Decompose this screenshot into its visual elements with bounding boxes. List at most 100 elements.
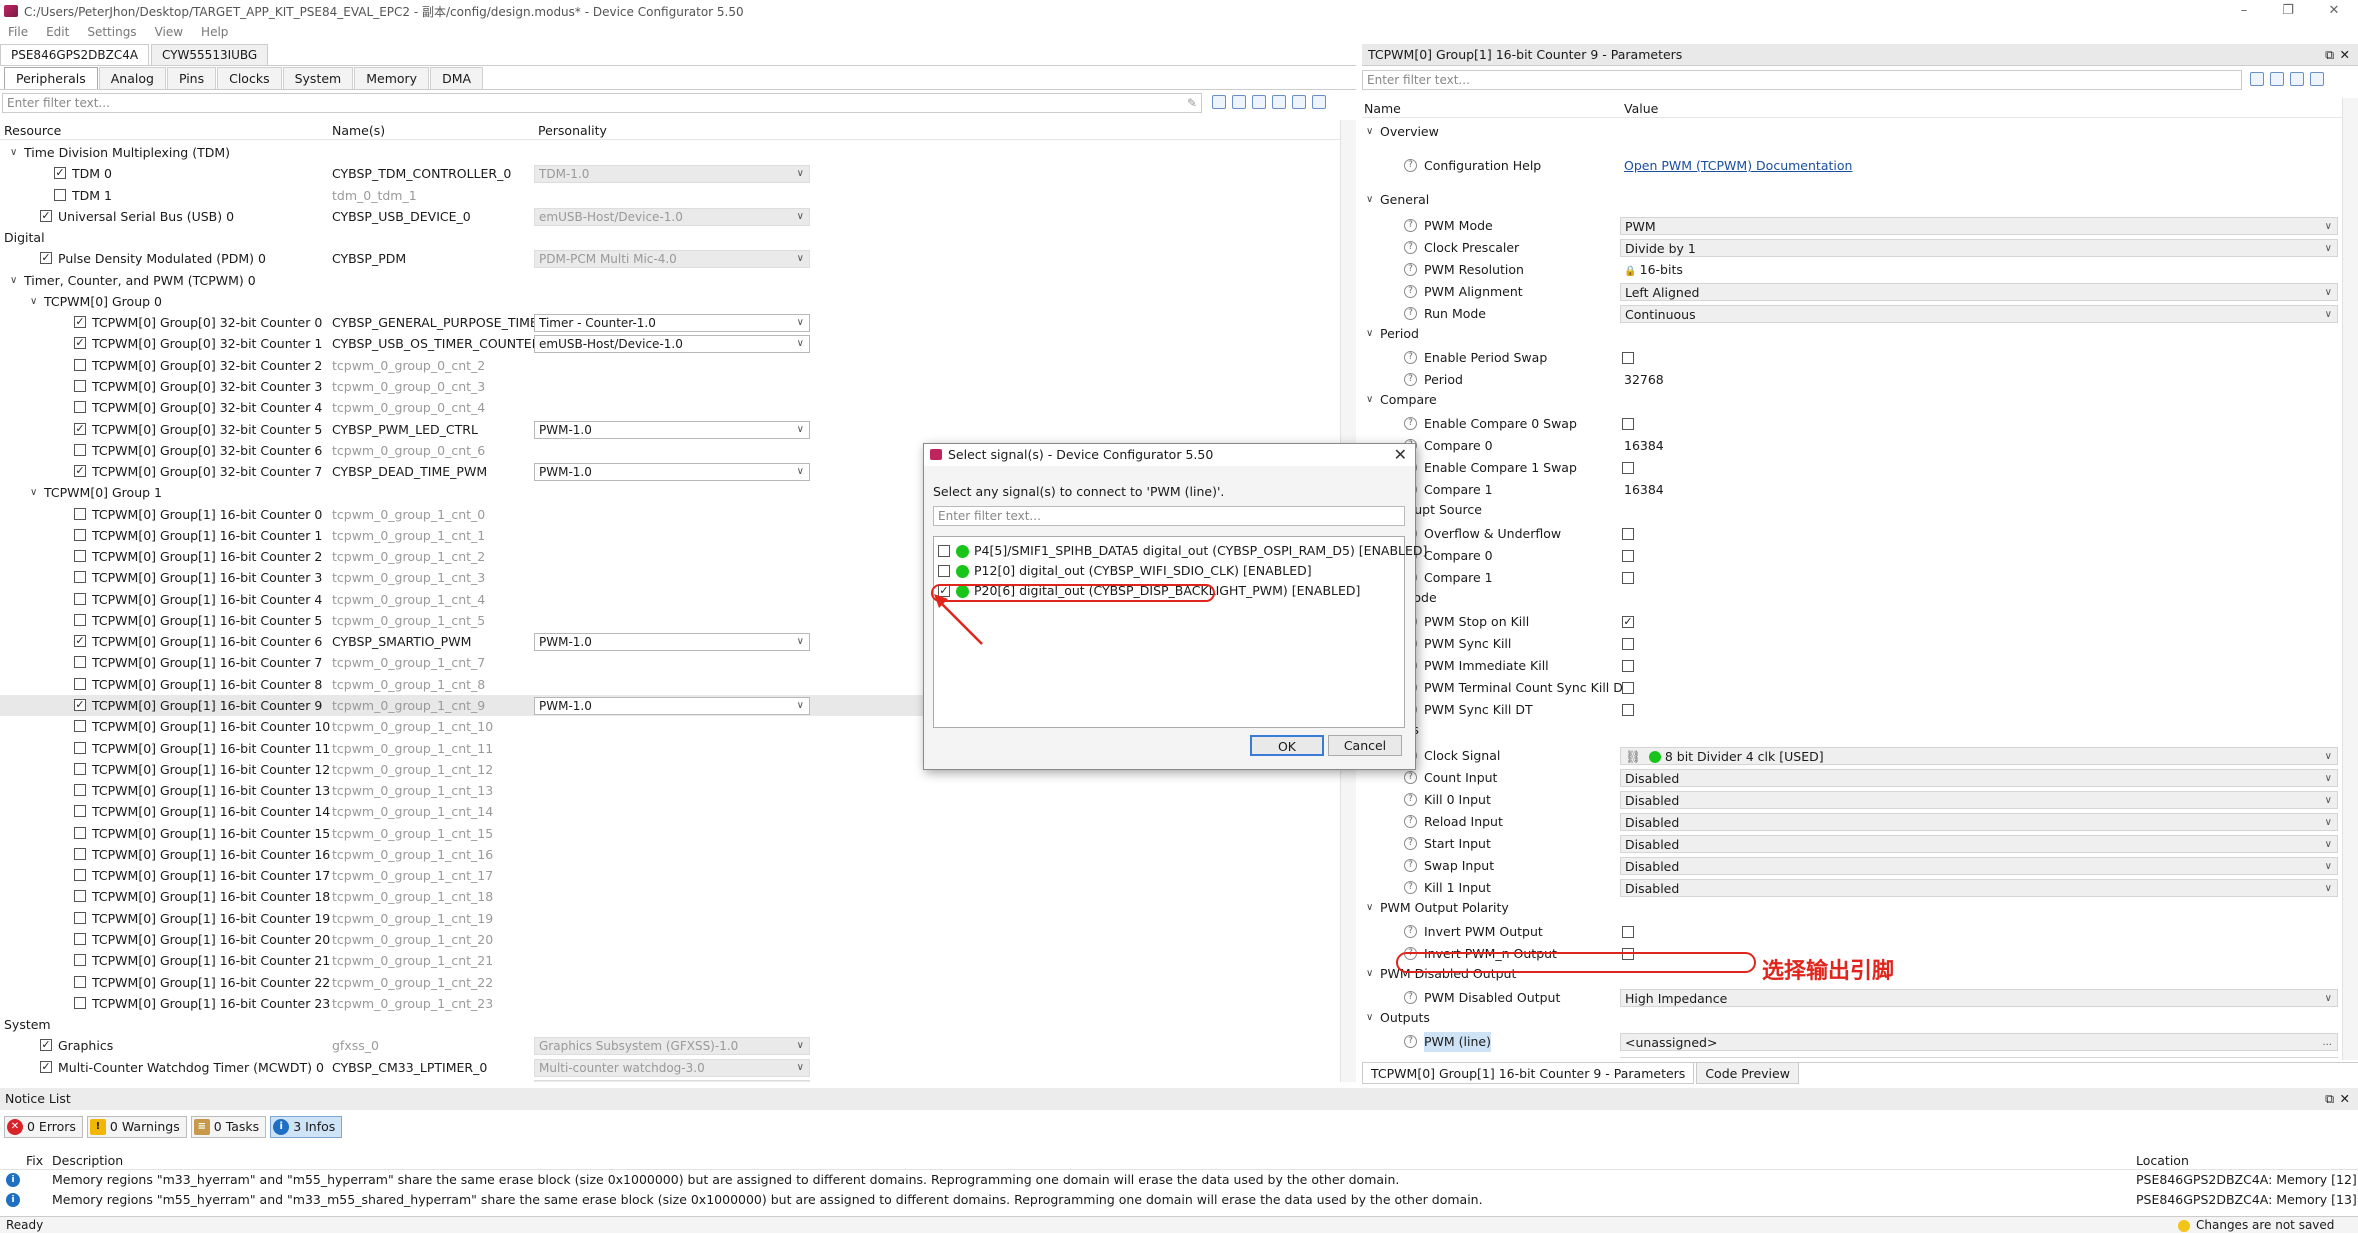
notice-row[interactable]: iMemory regions "m33_hyerram" and "m55_h… <box>0 1170 2358 1190</box>
resource-checkbox[interactable] <box>74 976 86 988</box>
filter-icon[interactable] <box>1212 95 1226 109</box>
resource-filter-input[interactable]: Enter filter text... ✎ <box>2 93 1202 113</box>
help-icon[interactable]: ? <box>1404 351 1417 364</box>
tab-analog[interactable]: Analog <box>99 67 166 89</box>
help-icon[interactable]: ? <box>1404 1035 1417 1048</box>
browse-icon[interactable]: ... <box>2322 1034 2332 1052</box>
resource-checkbox[interactable]: ✓ <box>40 210 52 222</box>
resource-name[interactable]: CYBSP_PWM_LED_CTRL <box>332 419 478 440</box>
help-icon[interactable]: ? <box>1404 373 1417 386</box>
personality-select[interactable]: emUSB-Host/Device-1.0∨ <box>534 335 810 353</box>
resource-name[interactable]: tcpwm_0_group_1_cnt_0 <box>332 504 485 525</box>
resource-name[interactable]: CYBSP_SMARTIO_PWM <box>332 631 471 652</box>
col-name[interactable]: Name <box>1364 101 1401 116</box>
param-checkbox[interactable]: ✓ <box>1622 616 1634 628</box>
resource-checkbox[interactable]: ✓ <box>40 1039 52 1051</box>
param-checkbox[interactable] <box>1622 550 1634 562</box>
resource-name[interactable]: tcpwm_0_group_1_cnt_22 <box>332 972 493 993</box>
param-group[interactable]: ∨Overview <box>1362 122 2342 142</box>
resource-name[interactable]: tcpwm_0_group_1_cnt_12 <box>332 759 493 780</box>
param-value[interactable]: Disabled∨ <box>1620 769 2338 787</box>
tree-row[interactable]: TCPWM[0] Group[0] 32-bit Counter 2tcpwm_… <box>0 355 1340 376</box>
resource-name[interactable]: CYBSP_CM55_LPTIMER_1 <box>332 1078 487 1082</box>
close-icon[interactable]: ✕ <box>2314 0 2354 22</box>
param-value[interactable]: <unassigned>... <box>1620 1057 2338 1058</box>
group-chevron-icon[interactable]: ∨ <box>1366 964 1373 984</box>
tree-row[interactable]: TCPWM[0] Group[0] 32-bit Counter 4tcpwm_… <box>0 397 1340 418</box>
menu-edit[interactable]: Edit <box>46 25 69 39</box>
resource-name[interactable]: tcpwm_0_group_1_cnt_2 <box>332 546 485 567</box>
tree-row[interactable]: TCPWM[0] Group[1] 16-bit Counter 15tcpwm… <box>0 823 1340 844</box>
help-icon[interactable]: ? <box>1404 771 1417 784</box>
resource-name[interactable]: CYBSP_PDM <box>332 248 406 269</box>
col-resource[interactable]: Resource <box>4 123 61 138</box>
resource-checkbox[interactable] <box>74 401 86 413</box>
resource-checkbox[interactable] <box>74 869 86 881</box>
group-chevron-icon[interactable]: ∨ <box>1366 122 1373 142</box>
resource-name[interactable]: tcpwm_0_group_1_cnt_17 <box>332 865 493 886</box>
param-group[interactable]: ∨Outputs <box>1362 1008 2342 1028</box>
notice-restore-icon[interactable]: ⧉ <box>2325 1088 2334 1110</box>
param-group[interactable]: ∨General <box>1362 190 2342 210</box>
tree-row[interactable]: ∨TCPWM[0] Group 0 <box>0 291 1340 312</box>
resource-checkbox[interactable] <box>74 763 86 775</box>
param-checkbox[interactable] <box>1622 660 1634 672</box>
resource-name[interactable]: tcpwm_0_group_1_cnt_14 <box>332 801 493 822</box>
param-value[interactable]: Disabled∨ <box>1620 879 2338 897</box>
notice-location[interactable]: PSE846GPS2DBZC4A: Memory [13] <box>2136 1190 2357 1210</box>
parameters-scrollbar[interactable] <box>2342 98 2358 1060</box>
menu-view[interactable]: View <box>155 25 183 39</box>
resource-checkbox[interactable] <box>74 508 86 520</box>
resource-name[interactable]: tcpwm_0_group_0_cnt_6 <box>332 440 485 461</box>
refresh-icon[interactable] <box>2250 72 2264 86</box>
col-names[interactable]: Name(s) <box>332 123 385 138</box>
help-icon[interactable]: ? <box>1404 417 1417 430</box>
tree-row[interactable]: ∨Timer, Counter, and PWM (TCPWM) 0 <box>0 270 1340 291</box>
tree-row[interactable]: TCPWM[0] Group[1] 16-bit Counter 14tcpwm… <box>0 801 1340 822</box>
tree-row[interactable]: ∨Digital <box>0 227 1340 248</box>
tree-row[interactable]: TCPWM[0] Group[1] 16-bit Counter 17tcpwm… <box>0 865 1340 886</box>
resource-checkbox[interactable] <box>74 912 86 924</box>
tasks-button[interactable]: ≡0 Tasks <box>191 1116 266 1138</box>
resource-name[interactable]: tcpwm_0_group_1_cnt_8 <box>332 674 485 695</box>
tree-row[interactable]: ✓Multi-Counter Watchdog Timer (MCWDT) 0C… <box>0 1057 1340 1078</box>
resource-name[interactable]: tcpwm_0_group_1_cnt_10 <box>332 716 493 737</box>
tree-row[interactable]: ✓TCPWM[0] Group[0] 32-bit Counter 5CYBSP… <box>0 419 1340 440</box>
tab-system[interactable]: System <box>283 67 354 89</box>
tree-row[interactable]: ✓Universal Serial Bus (USB) 0CYBSP_USB_D… <box>0 206 1340 227</box>
resource-checkbox[interactable]: ✓ <box>40 1061 52 1073</box>
resource-checkbox[interactable]: ✓ <box>74 465 86 477</box>
help-icon[interactable]: ? <box>1404 307 1417 320</box>
param-group[interactable]: ∨Interrupt Source <box>1362 500 2342 520</box>
resource-checkbox[interactable]: ✓ <box>74 699 86 711</box>
tree-row[interactable]: ✓TDM 0CYBSP_TDM_CONTROLLER_0TDM-1.0∨ <box>0 163 1340 184</box>
tree-row[interactable]: ∨System <box>0 1014 1340 1035</box>
param-value[interactable]: ⛓ 8 bit Divider 4 clk [USED]∨ <box>1620 747 2338 765</box>
tree-row[interactable]: ✓TCPWM[0] Group[0] 32-bit Counter 0CYBSP… <box>0 312 1340 333</box>
param-value[interactable]: Disabled∨ <box>1620 791 2338 809</box>
tab-parameters[interactable]: TCPWM[0] Group[1] 16-bit Counter 9 - Par… <box>1362 1063 1694 1084</box>
paste-icon[interactable] <box>1312 95 1326 109</box>
resource-checkbox[interactable]: ✓ <box>74 337 86 349</box>
tree-row[interactable]: TCPWM[0] Group[1] 16-bit Counter 13tcpwm… <box>0 780 1340 801</box>
resource-name[interactable]: tcpwm_0_group_0_cnt_3 <box>332 376 485 397</box>
notice-location[interactable]: PSE846GPS2DBZC4A: Memory [12] <box>2136 1170 2357 1190</box>
resource-checkbox[interactable] <box>74 742 86 754</box>
param-group[interactable]: ∨Period <box>1362 324 2342 344</box>
param-checkbox[interactable] <box>1622 352 1634 364</box>
help-icon[interactable]: ? <box>1404 837 1417 850</box>
resource-checkbox[interactable] <box>74 890 86 902</box>
resource-name[interactable]: gfxss_0 <box>332 1035 379 1056</box>
resource-name[interactable]: tcpwm_0_group_0_cnt_4 <box>332 397 485 418</box>
param-group[interactable]: ∨Inputs <box>1362 720 2342 740</box>
tree-row[interactable]: TCPWM[0] Group[1] 16-bit Counter 20tcpwm… <box>0 929 1340 950</box>
param-checkbox[interactable] <box>1622 528 1634 540</box>
resource-name[interactable]: tcpwm_0_group_1_cnt_11 <box>332 738 493 759</box>
param-value[interactable]: Disabled∨ <box>1620 857 2338 875</box>
param-value[interactable]: Divide by 1∨ <box>1620 239 2338 257</box>
param-checkbox[interactable] <box>1622 418 1634 430</box>
param-value[interactable]: 16384 <box>1620 481 2338 499</box>
link-icon[interactable]: ⛓ <box>1625 749 1645 764</box>
resource-checkbox[interactable] <box>54 189 66 201</box>
resource-name[interactable]: tdm_0_tdm_1 <box>332 185 417 206</box>
